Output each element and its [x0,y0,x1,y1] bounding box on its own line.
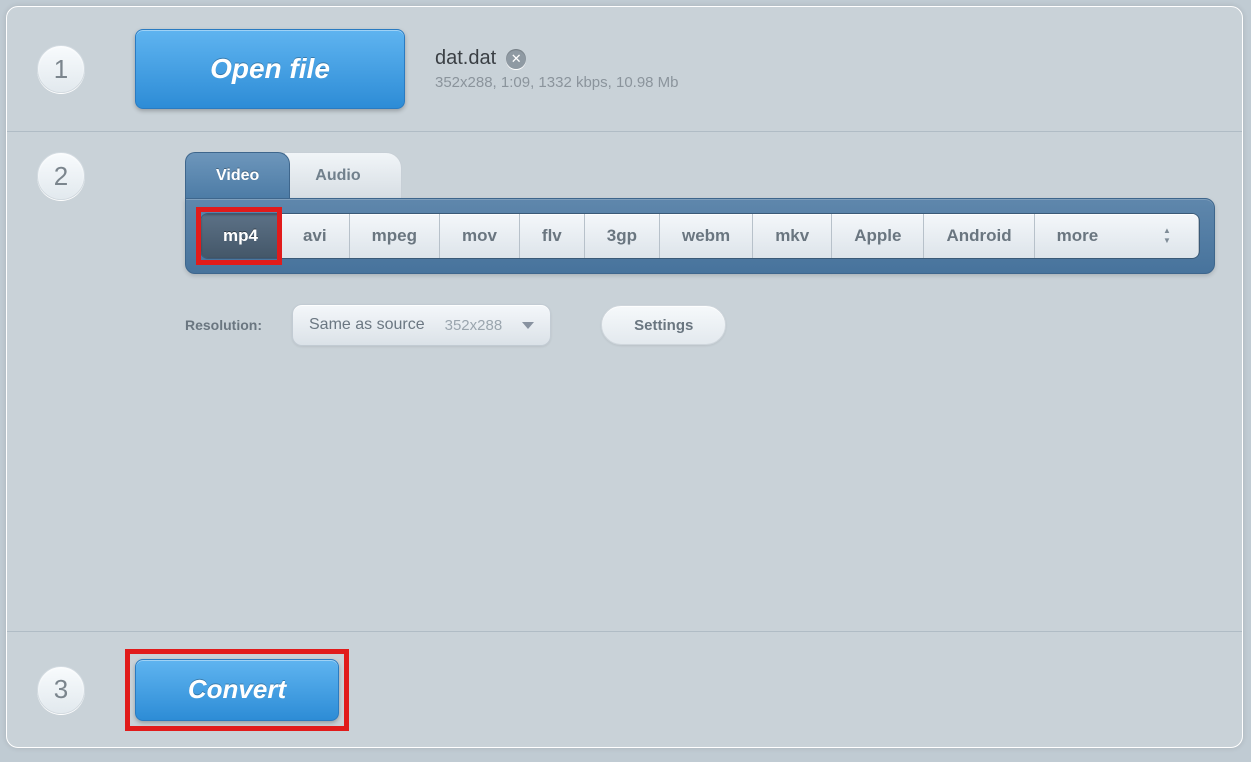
sort-icon: ▲▼ [1158,225,1176,247]
media-tabs: Video Audio [185,152,1215,198]
format-more[interactable]: more ▲▼ [1035,214,1199,258]
chevron-down-icon [522,322,534,329]
format-mp4[interactable]: mp4 [201,214,281,258]
step-1-badge: 1 [37,45,85,93]
format-mov[interactable]: mov [440,214,520,258]
format-3gp[interactable]: 3gp [585,214,660,258]
format-panel: Video Audio mp4 avi mpeg mov flv 3gp web… [185,152,1215,346]
convert-button[interactable]: Convert [135,659,339,721]
format-android[interactable]: Android [924,214,1034,258]
format-flv[interactable]: flv [520,214,585,258]
converter-panel: 1 Open file dat.dat ✕ 352x288, 1:09, 133… [6,6,1243,748]
step-2-section: 2 Video Audio mp4 avi mpeg mov flv 3gp w… [7,132,1242,632]
format-avi[interactable]: avi [281,214,350,258]
tab-audio[interactable]: Audio [284,152,401,198]
settings-button[interactable]: Settings [601,305,726,345]
resolution-dropdown[interactable]: Same as source 352x288 [292,304,551,346]
format-webm[interactable]: webm [660,214,753,258]
tab-video[interactable]: Video [185,152,290,198]
open-file-button[interactable]: Open file [135,29,405,109]
step-3-badge: 3 [37,666,85,714]
file-meta: 352x288, 1:09, 1332 kbps, 10.98 Mb [435,74,679,91]
step-3-section: 3 Convert [7,632,1242,747]
file-name: dat.dat [435,47,496,70]
step-2-badge: 2 [37,152,85,200]
file-info: dat.dat ✕ 352x288, 1:09, 1332 kbps, 10.9… [435,47,679,91]
remove-file-icon[interactable]: ✕ [506,49,526,69]
step-1-section: 1 Open file dat.dat ✕ 352x288, 1:09, 133… [7,7,1242,132]
resolution-label: Resolution: [185,317,262,333]
resolution-dims: 352x288 [445,317,503,334]
format-mpeg[interactable]: mpeg [350,214,440,258]
format-apple[interactable]: Apple [832,214,924,258]
format-more-label: more [1057,226,1099,246]
format-mkv[interactable]: mkv [753,214,832,258]
resolution-selected: Same as source [309,316,425,334]
output-options-row: Resolution: Same as source 352x288 Setti… [185,304,1215,346]
format-bar: mp4 avi mpeg mov flv 3gp webm mkv Apple … [200,213,1200,259]
format-bar-container: mp4 avi mpeg mov flv 3gp webm mkv Apple … [185,198,1215,274]
